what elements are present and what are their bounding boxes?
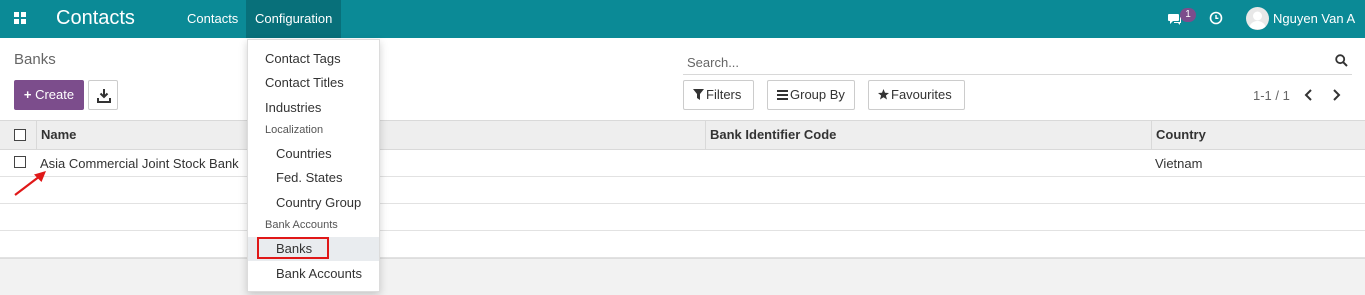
- menu-item-fed-states[interactable]: Fed. States: [248, 166, 379, 190]
- search-input[interactable]: [687, 53, 1317, 71]
- download-icon: [97, 89, 111, 103]
- chevron-left-icon[interactable]: [1303, 88, 1315, 102]
- avatar[interactable]: [1246, 7, 1269, 30]
- cell-country: Vietnam: [1155, 156, 1203, 171]
- empty-row: [0, 177, 1365, 204]
- menu-configuration[interactable]: Configuration: [246, 0, 342, 38]
- clock-icon[interactable]: [1209, 11, 1223, 25]
- download-button[interactable]: [88, 80, 118, 110]
- app-title[interactable]: Contacts: [56, 7, 135, 30]
- list-footer: [0, 258, 1365, 295]
- select-all-checkbox[interactable]: [14, 129, 26, 141]
- favourites-button[interactable]: Favourites: [868, 80, 965, 110]
- column-header-country[interactable]: Country: [1151, 121, 1365, 149]
- favourites-label: Favourites: [891, 87, 952, 102]
- bars-icon: [777, 90, 788, 100]
- menu-contacts[interactable]: Contacts: [178, 0, 247, 38]
- cell-name: Asia Commercial Joint Stock Bank: [40, 156, 239, 171]
- configuration-dropdown: Contact Tags Contact Titles Industries L…: [247, 39, 380, 292]
- filters-button[interactable]: Filters: [683, 80, 754, 110]
- create-label: Create: [35, 87, 75, 102]
- row-checkbox[interactable]: [14, 156, 26, 168]
- menu-item-contact-tags[interactable]: Contact Tags: [248, 47, 379, 71]
- breadcrumb: Banks: [14, 51, 56, 68]
- empty-row: [0, 231, 1365, 258]
- filters-label: Filters: [706, 87, 742, 102]
- menu-item-countries[interactable]: Countries: [248, 142, 379, 166]
- section-header-bank-accounts: Bank Accounts: [265, 219, 338, 231]
- star-icon: [878, 89, 889, 100]
- section-header-localization: Localization: [265, 124, 324, 136]
- list-header: Name Bank Identifier Code Country: [0, 120, 1365, 150]
- filter-icon: [693, 89, 704, 100]
- apps-grid-icon[interactable]: [14, 12, 26, 24]
- create-button[interactable]: + Create: [14, 80, 84, 110]
- menu-item-banks[interactable]: Banks: [248, 237, 379, 261]
- plus-icon: +: [23, 87, 32, 102]
- notification-badge: 1: [1180, 8, 1196, 22]
- group-by-button[interactable]: Group By: [767, 80, 855, 110]
- highlight-box: [257, 237, 329, 259]
- menu-item-country-group[interactable]: Country Group: [248, 191, 379, 215]
- search-icon[interactable]: [1335, 54, 1348, 67]
- table-row[interactable]: Asia Commercial Joint Stock Bank Vietnam: [0, 150, 1365, 177]
- user-name[interactable]: Nguyen Van A: [1273, 11, 1355, 26]
- column-header-bic[interactable]: Bank Identifier Code: [705, 121, 1152, 149]
- top-navbar: Contacts Contacts Configuration 1 Nguyen…: [0, 0, 1365, 38]
- menu-item-bank-accounts[interactable]: Bank Accounts: [248, 262, 379, 286]
- chevron-right-icon[interactable]: [1330, 88, 1342, 102]
- search-box: [683, 50, 1352, 75]
- menu-item-industries[interactable]: Industries: [248, 96, 379, 120]
- annotation-arrow: [14, 171, 46, 196]
- pager-value[interactable]: 1-1 / 1: [1253, 88, 1290, 103]
- empty-row: [0, 204, 1365, 231]
- group-by-label: Group By: [790, 87, 845, 102]
- menu-item-contact-titles[interactable]: Contact Titles: [248, 71, 379, 95]
